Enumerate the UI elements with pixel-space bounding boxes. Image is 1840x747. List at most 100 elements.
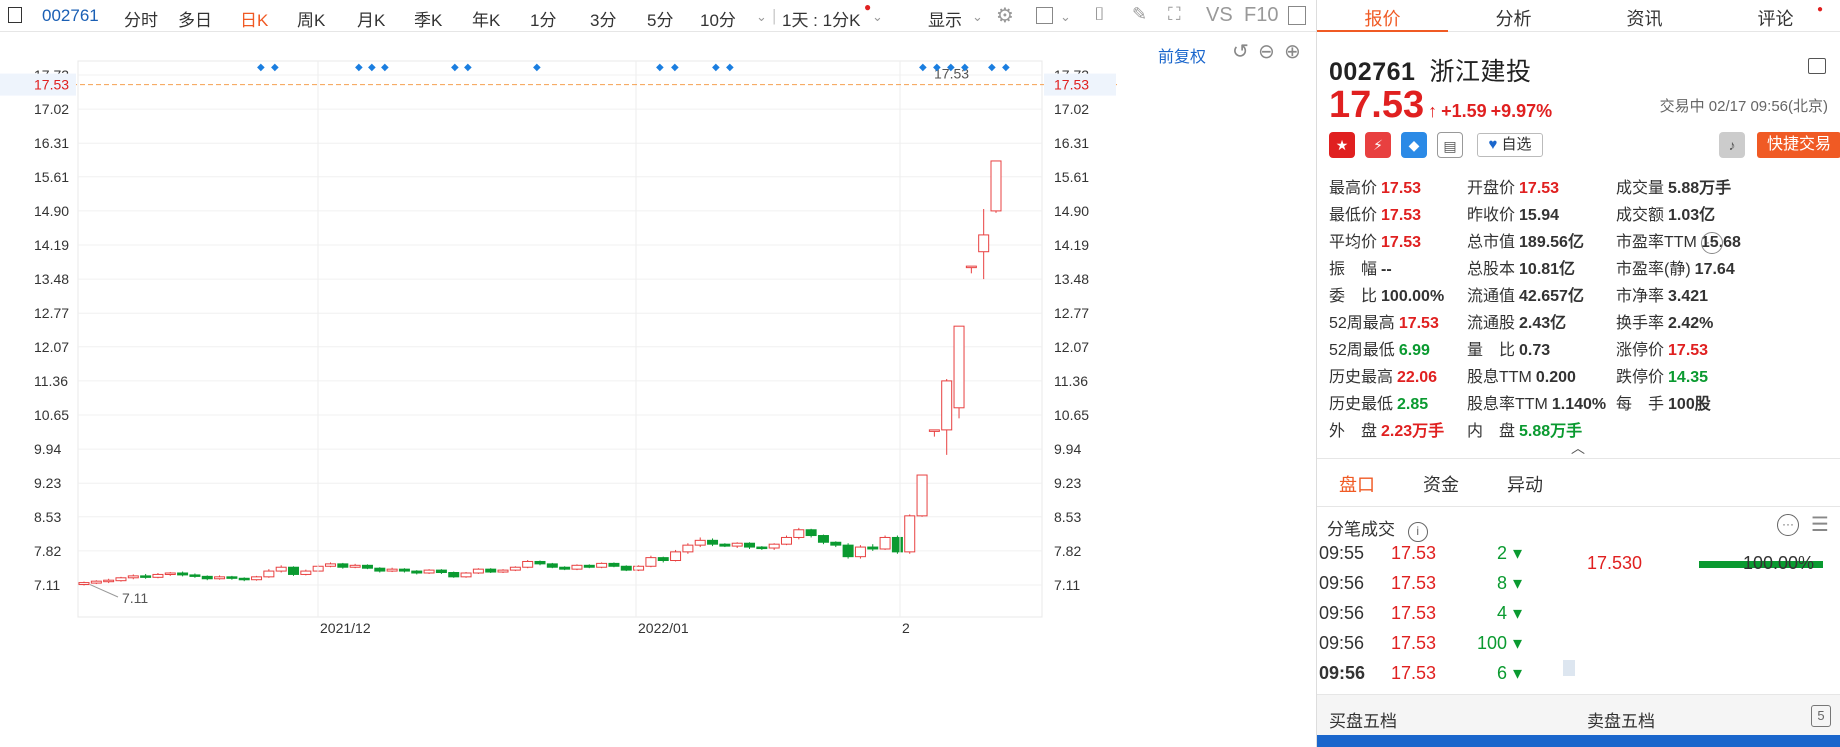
event-diamond-icon[interactable]: ◆ xyxy=(726,62,734,73)
fullscreen-icon[interactable]: ⛶ xyxy=(1168,4,1181,25)
quick-trade-button[interactable]: 快捷交易 xyxy=(1757,132,1840,158)
period-5min[interactable]: 5分 xyxy=(647,6,673,31)
candle-body xyxy=(214,576,226,580)
event-diamond-icon[interactable]: ◆ xyxy=(671,62,679,73)
zoom-in-icon[interactable]: ⊕ xyxy=(1284,39,1301,64)
tag-icon[interactable]: ◆ xyxy=(1401,132,1427,158)
add-watchlist-button[interactable]: ♥ 自选 xyxy=(1477,133,1543,157)
period-daily-k[interactable]: 日K xyxy=(240,6,268,31)
panel-toggle-icon[interactable] xyxy=(1288,6,1306,25)
vs-compare[interactable]: VS xyxy=(1206,4,1233,27)
event-diamond-icon[interactable]: ◆ xyxy=(381,62,389,73)
zoom-out-icon[interactable]: ⊖ xyxy=(1258,39,1275,64)
event-diamond-icon[interactable]: ◆ xyxy=(257,62,265,73)
f10-button[interactable]: F10 xyxy=(1244,4,1278,27)
collapse-chevron-icon[interactable]: ︿ xyxy=(1571,438,1585,458)
tab-news[interactable]: 资讯 xyxy=(1579,5,1710,31)
alert-bell-icon[interactable]: ♪ xyxy=(1719,132,1745,158)
stats-row: 平均价 17.53 总市值 189.56亿 市盈率TTM 15.68 xyxy=(1329,228,1834,255)
subtab-orderbook[interactable]: 盘口 xyxy=(1339,471,1375,497)
hot-icon[interactable]: ⚡ xyxy=(1365,132,1391,158)
interval-select[interactable]: 1天 : 1分K xyxy=(782,6,860,31)
period-fenshi[interactable]: 分时 xyxy=(124,6,158,31)
stat-label: 跌停价 xyxy=(1616,369,1665,386)
stat-label: 市盈率TTM xyxy=(1616,234,1697,251)
event-diamond-icon[interactable]: ◆ xyxy=(368,62,376,73)
list-icon[interactable]: ☰ xyxy=(1811,512,1829,537)
pencil-icon[interactable]: ✎ xyxy=(1132,4,1147,25)
chevron-down-icon[interactable]: ⌄ xyxy=(872,9,883,25)
toolbar-symbol[interactable]: 002761 xyxy=(42,6,99,26)
more-options-icon[interactable]: ··· xyxy=(1777,514,1799,536)
event-diamond-icon[interactable]: ◆ xyxy=(933,62,941,73)
stat-cell: 流通值 42.657亿 xyxy=(1467,282,1584,306)
kline-chart[interactable]: 17.7317.7317.0217.0216.3116.3115.6115.61… xyxy=(0,33,1316,747)
info-icon[interactable]: i xyxy=(1407,522,1428,542)
stats-row: 委 比 100.00% 流通值 42.657亿 市净率 3.421 xyxy=(1329,282,1834,309)
tab-analysis[interactable]: 分析 xyxy=(1448,5,1579,31)
camera-icon[interactable]: ⌷ xyxy=(1094,4,1105,25)
display-menu[interactable]: 显示 xyxy=(928,6,962,31)
candle-body xyxy=(928,429,940,432)
trade-price: 17.53 xyxy=(1391,603,1437,623)
trade-volume: 4 xyxy=(1496,603,1507,623)
chevron-down-icon[interactable]: ⌄ xyxy=(972,9,983,25)
period-3min[interactable]: 3分 xyxy=(590,6,616,31)
stat-value: 17.53 xyxy=(1381,180,1422,197)
event-diamond-icon[interactable]: ◆ xyxy=(533,62,541,73)
tab-quote[interactable]: 报价 xyxy=(1317,5,1448,31)
candle-body xyxy=(916,474,928,517)
settings-gear-icon[interactable]: ⚙ xyxy=(996,3,1014,28)
period-1min[interactable]: 1分 xyxy=(530,6,556,31)
event-diamond-icon[interactable]: ◆ xyxy=(919,62,927,73)
x-tick-label: 2021/12 xyxy=(320,620,371,636)
period-10min[interactable]: 10分 xyxy=(700,6,736,31)
five-level-icon[interactable]: 5 xyxy=(1811,705,1831,727)
chevron-down-icon[interactable]: ⌄ xyxy=(756,9,767,25)
y-tick-left: 9.23 xyxy=(34,475,61,491)
candle-body xyxy=(411,570,423,574)
candle-body xyxy=(546,563,558,568)
sidebar-toggle-icon[interactable] xyxy=(8,7,22,23)
stat-cell: 平均价 17.53 xyxy=(1329,228,1421,252)
watchlist-label: 自选 xyxy=(1501,136,1532,153)
candle-body xyxy=(435,569,447,574)
china-flag-icon[interactable]: ★ xyxy=(1329,132,1355,158)
period-year-k[interactable]: 年K xyxy=(472,6,500,31)
stat-cell: 历史最高 22.06 xyxy=(1329,363,1437,387)
event-diamond-icon[interactable]: ◆ xyxy=(355,62,363,73)
more-options-icon[interactable]: ··· xyxy=(1701,232,1723,254)
event-diamond-icon[interactable]: ◆ xyxy=(656,62,664,73)
period-duori[interactable]: 多日 xyxy=(178,6,212,31)
event-diamond-icon[interactable]: ◆ xyxy=(1002,62,1010,73)
subtab-funds[interactable]: 资金 xyxy=(1423,471,1459,497)
bookmark-icon[interactable]: ▤ xyxy=(1437,132,1463,158)
detail-icon[interactable] xyxy=(1808,58,1826,74)
y-tick-right: 10.65 xyxy=(1054,407,1089,423)
stat-cell: 52周最低 6.99 xyxy=(1329,336,1430,360)
event-diamond-icon[interactable]: ◆ xyxy=(451,62,459,73)
subtab-movement[interactable]: 异动 xyxy=(1507,471,1543,497)
chevron-down-icon[interactable]: ⌄ xyxy=(1060,9,1071,25)
event-diamond-icon[interactable]: ◆ xyxy=(988,62,996,73)
period-monthly-k[interactable]: 月K xyxy=(357,6,385,31)
stat-value: -- xyxy=(1381,261,1392,278)
event-diamond-icon[interactable]: ◆ xyxy=(961,62,969,73)
stat-value: 0.200 xyxy=(1535,369,1576,386)
checkbox-icon[interactable] xyxy=(1036,7,1053,24)
restore-rights-toggle[interactable]: 前复权 xyxy=(1158,43,1206,67)
candle-body xyxy=(522,560,534,568)
kline-chart-svg[interactable]: 17.7317.7317.0217.0216.3116.3115.6115.61… xyxy=(0,33,1316,747)
stat-value: 1.03亿 xyxy=(1668,207,1716,224)
trade-time: 09:56 xyxy=(1319,573,1365,593)
stat-value: 2.43亿 xyxy=(1519,315,1567,332)
event-diamond-icon[interactable]: ◆ xyxy=(947,62,955,73)
period-weekly-k[interactable]: 周K xyxy=(297,6,325,31)
reset-icon[interactable]: ↺ xyxy=(1232,39,1249,64)
candle-body xyxy=(731,542,743,547)
period-quarter-k[interactable]: 季K xyxy=(414,6,442,31)
event-diamond-icon[interactable]: ◆ xyxy=(464,62,472,73)
event-diamond-icon[interactable]: ◆ xyxy=(712,62,720,73)
event-diamond-icon[interactable]: ◆ xyxy=(271,62,279,73)
stats-row: 52周最高 17.53 流通股 2.43亿 换手率 2.42% xyxy=(1329,309,1834,336)
